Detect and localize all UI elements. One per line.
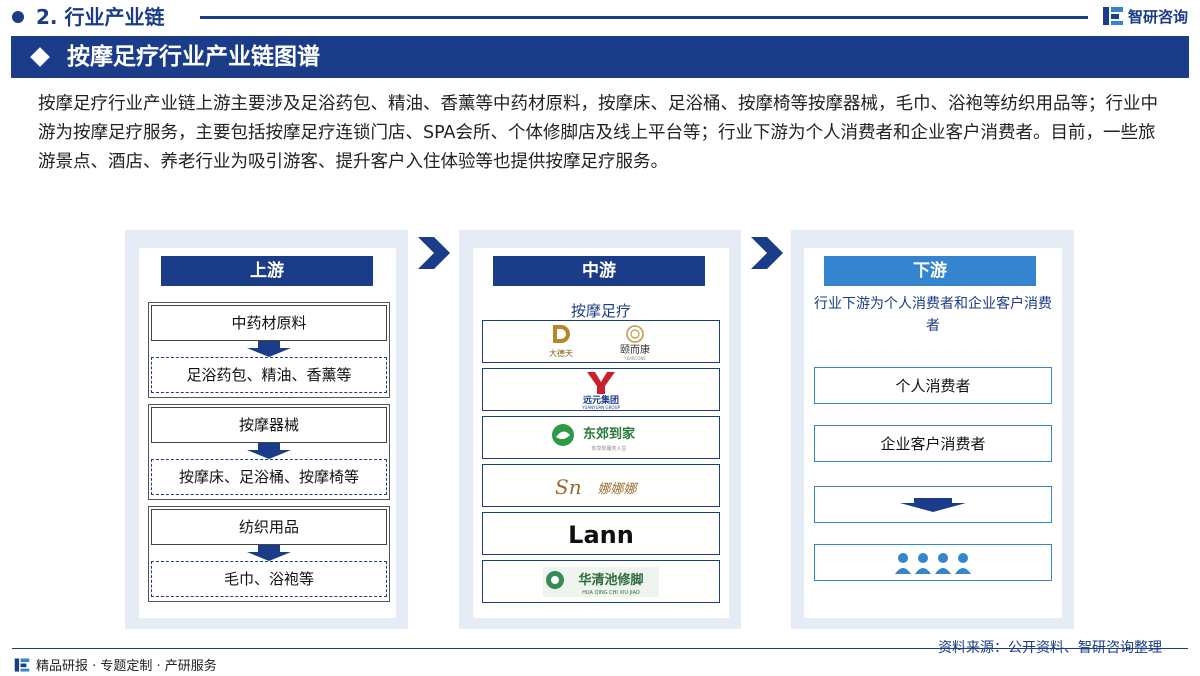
yearcone-logo-text: 颐而康	[620, 343, 650, 356]
midstream-label: 按摩足疗	[570, 302, 631, 320]
group-title: 按摩器械	[151, 407, 387, 443]
brand-name: 智研咨询	[1127, 7, 1188, 26]
section-divider	[200, 16, 1088, 19]
nanana-logo-text: 娜娜娜	[597, 482, 638, 497]
section-bullet	[12, 11, 24, 23]
footer-left: 精品研报 · 专题定制 · 产研服务	[14, 655, 217, 674]
downstream-arrow-box	[814, 486, 1052, 523]
consumers-icon	[895, 552, 971, 574]
huaqingchi-logo-sub: HUA QING CHI XIU JIAO	[582, 590, 640, 596]
footer-divider	[12, 648, 1188, 649]
zhiyan-logo-icon	[1102, 7, 1123, 25]
dongjiao-logo-sub: 你享你服务入生	[591, 445, 626, 452]
midstream-header: 中游	[493, 256, 705, 286]
lann-logo-text: Lann	[568, 521, 634, 549]
upstream-column: 上游 中药材原料 足浴药包、精油、香薰等 按摩器械 按摩床、足浴桶、按摩椅等 纺…	[125, 230, 408, 629]
svg-text:Sn: Sn	[555, 475, 582, 499]
downstream-item-enterprise: 企业客户消费者	[814, 425, 1052, 462]
arrow-down-icon	[247, 443, 291, 459]
downstream-item-individual: 个人消费者	[814, 367, 1052, 404]
group-items: 毛巾、浴袍等	[151, 561, 387, 597]
midstream-card: 中游 按摩足疗 大德天 颐而康 YEARCONE 远元集团 YUANYUAN G…	[473, 248, 729, 618]
logo-box: 东郊到家 你享你服务入生	[482, 416, 720, 459]
midstream-column: 中游 按摩足疗 大德天 颐而康 YEARCONE 远元集团 YUANYUAN G…	[459, 230, 741, 629]
nanana-logo: Sn 娜娜娜	[555, 475, 638, 499]
source-note: 资料来源：公开资料、智研咨询整理	[938, 640, 1162, 656]
logo-box: 大德天 颐而康 YEARCONE	[482, 320, 720, 363]
chevron-right-icon	[751, 237, 783, 269]
downstream-column: 下游 行业下游为个人消费者和企业客户消费者 个人消费者 企业客户消费者	[791, 230, 1074, 629]
huaqingchi-logo-text: 华清池修脚	[578, 572, 643, 588]
upstream-card: 上游 中药材原料 足浴药包、精油、香薰等 按摩器械 按摩床、足浴桶、按摩椅等 纺…	[139, 248, 396, 618]
downstream-description: 行业下游为个人消费者和企业客户消费者	[814, 296, 1052, 334]
group-items: 按摩床、足浴桶、按摩椅等	[151, 459, 387, 495]
yuanyuan-logo-sub: YUANYUAN GROUP	[581, 405, 620, 410]
brand: 智研咨询	[1102, 5, 1188, 27]
group-title: 纺织用品	[151, 509, 387, 545]
section-title: 2. 行业产业链	[36, 5, 165, 29]
downstream-card: 下游 行业下游为个人消费者和企业客户消费者 个人消费者 企业客户消费者	[804, 248, 1062, 618]
footer-slogan: 精品研报 · 专题定制 · 产研服务	[36, 659, 217, 674]
logo-box: Sn 娜娜娜	[482, 464, 720, 507]
arrow-down-icon	[247, 545, 291, 561]
upstream-group-equipment: 按摩器械 按摩床、足浴桶、按摩椅等	[148, 404, 390, 500]
intro-paragraph: 按摩足疗行业产业链上游主要涉及足浴药包、精油、香薰等中药材原料，按摩床、足浴桶、…	[38, 94, 1158, 172]
logo-box: 华清池修脚 HUA QING CHI XIU JIAO	[482, 560, 720, 603]
logo-box: 远元集团 YUANYUAN GROUP	[482, 368, 720, 411]
arrow-down-icon	[900, 497, 966, 512]
yuanyuan-logo: 远元集团 YUANYUAN GROUP	[581, 371, 621, 410]
downstream-header: 下游	[824, 256, 1036, 286]
datian-logo-text: 大德天	[549, 348, 573, 358]
upstream-header: 上游	[161, 256, 373, 286]
datian-logo: 大德天	[549, 324, 573, 358]
title-bar: 按摩足疗行业产业链图谱	[11, 36, 1189, 78]
yearcone-logo: 颐而康 YEARCONE	[620, 324, 650, 361]
logo-box: Lann	[482, 512, 720, 555]
group-items: 足浴药包、精油、香薰等	[151, 357, 387, 393]
downstream-consumers-box	[814, 544, 1052, 581]
dongjiao-logo: 东郊到家 你享你服务入生	[552, 423, 636, 452]
yearcone-logo-sub: YEARCONE	[623, 356, 646, 361]
page-title: 按摩足疗行业产业链图谱	[67, 44, 320, 70]
arrow-down-icon	[247, 341, 291, 357]
upstream-group-herbs: 中药材原料 足浴药包、精油、香薰等	[148, 302, 390, 398]
zhiyan-logo-icon	[14, 657, 30, 672]
diamond-icon	[30, 47, 50, 67]
upstream-group-textiles: 纺织用品 毛巾、浴袍等	[148, 506, 390, 602]
lann-logo: Lann	[568, 521, 634, 549]
huaqingchi-logo: 华清池修脚 HUA QING CHI XIU JIAO	[543, 566, 659, 597]
dongjiao-logo-text: 东郊到家	[583, 426, 636, 442]
group-title: 中药材原料	[151, 305, 387, 341]
chevron-right-icon	[418, 237, 450, 269]
